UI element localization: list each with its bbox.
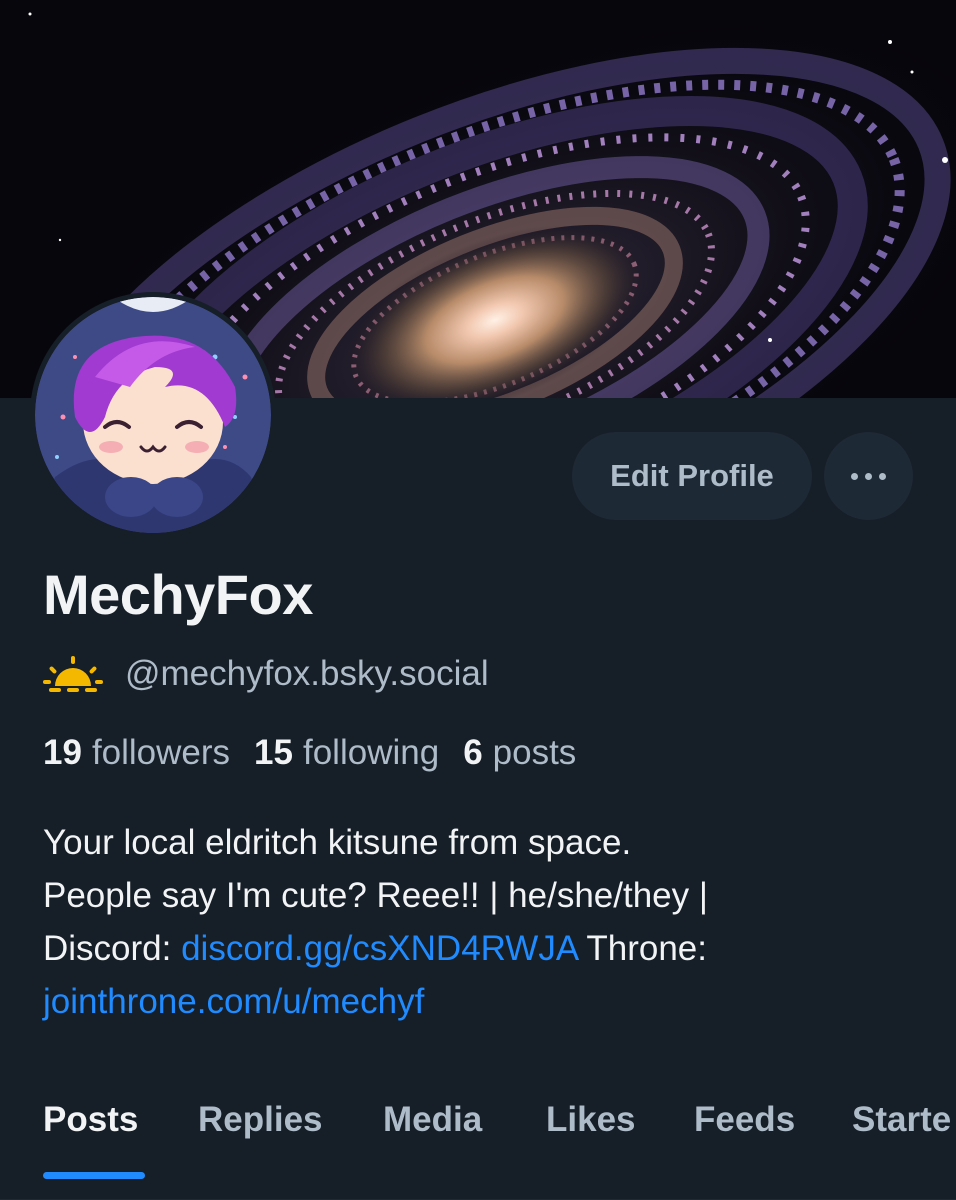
active-tab-indicator [43, 1172, 145, 1179]
bio-discord-prefix: Discord: [43, 929, 182, 968]
following-count: 15 [254, 733, 293, 772]
sun-icon [43, 656, 103, 692]
display-name: MechyFox [43, 563, 313, 626]
avatar-image [35, 297, 271, 533]
followers-count: 19 [43, 733, 82, 772]
tab-posts[interactable]: Posts [43, 1100, 138, 1140]
tab-feeds[interactable]: Feeds [694, 1100, 795, 1140]
ellipsis-icon [851, 472, 886, 480]
tab-starter-packs[interactable]: Starte [852, 1100, 951, 1140]
profile-avatar[interactable] [30, 292, 276, 538]
followers-stat[interactable]: 19 followers [43, 733, 230, 773]
handle-text[interactable]: @mechyfox.bsky.social [125, 654, 489, 694]
profile-stats: 19 followers 15 following 6 posts [43, 733, 600, 773]
posts-count: 6 [463, 733, 483, 772]
followers-label: followers [91, 733, 231, 772]
bio-line-4: jointhrone.com/u/mechyf [43, 975, 923, 1028]
posts-stat: 6 posts [463, 733, 576, 773]
handle-row: @mechyfox.bsky.social [43, 650, 489, 698]
posts-label: posts [492, 733, 577, 772]
profile-bio: Your local eldritch kitsune from space. … [43, 816, 923, 1028]
bio-line-2: People say I'm cute? Reee!! | he/she/the… [43, 876, 708, 915]
profile-tabs: Posts Replies Media Likes Feeds Starte [0, 1080, 956, 1200]
more-options-button[interactable] [824, 432, 913, 520]
following-stat[interactable]: 15 following [254, 733, 439, 773]
discord-link[interactable]: discord.gg/csXND4RWJA [181, 929, 577, 968]
profile-page: Edit Profile MechyFox @mechyfox.bsky.soc… [0, 0, 956, 1200]
bio-line-3: Discord: discord.gg/csXND4RWJA Throne: [43, 922, 923, 975]
throne-link[interactable]: jointhrone.com/u/mechyf [43, 982, 424, 1021]
tab-media[interactable]: Media [383, 1100, 482, 1140]
tab-replies[interactable]: Replies [198, 1100, 323, 1140]
edit-profile-label: Edit Profile [610, 458, 774, 493]
bio-throne-prefix: Throne: [577, 929, 707, 968]
edit-profile-button[interactable]: Edit Profile [572, 432, 812, 520]
following-label: following [302, 733, 440, 772]
tab-likes[interactable]: Likes [546, 1100, 636, 1140]
bio-line-1: Your local eldritch kitsune from space. [43, 823, 632, 862]
